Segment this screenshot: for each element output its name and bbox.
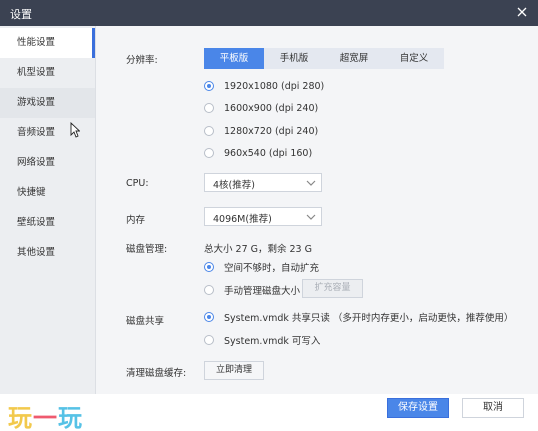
radio-checked-icon [204, 312, 214, 322]
disk-share-writable-option[interactable]: System.vmdk 可写入 [204, 332, 320, 348]
mode-tab-custom[interactable]: 自定义 [384, 48, 444, 69]
cpu-label: CPU: [126, 178, 149, 189]
clear-cache-button[interactable]: 立即清理 [204, 361, 264, 380]
sidebar-item-performance[interactable]: 性能设置 [0, 28, 95, 58]
mouse-cursor-icon [70, 121, 81, 138]
mode-tab-ultrawide[interactable]: 超宽屏 [324, 48, 384, 69]
memory-select-value: 4096M(推荐) [213, 214, 272, 225]
resolution-label: 分辨率: [126, 55, 158, 66]
disk-manual-option[interactable]: 手动管理磁盘大小 [204, 282, 300, 298]
sidebar-item-audio[interactable]: 音频设置 [0, 118, 95, 148]
radio-unchecked-icon [204, 126, 214, 136]
radio-unchecked-icon [204, 103, 214, 113]
chevron-down-icon [306, 213, 316, 221]
disk-management-label: 磁盘管理: [126, 244, 168, 255]
resolution-option-1080[interactable]: 1920x1080 (dpi 280) [204, 78, 324, 94]
sidebar-item-network[interactable]: 网络设置 [0, 148, 95, 178]
close-icon[interactable] [514, 4, 530, 20]
disk-share-label: 磁盘共享 [126, 316, 165, 327]
sidebar-item-game[interactable]: 游戏设置 [0, 88, 95, 118]
mode-tab-phone[interactable]: 手机版 [264, 48, 324, 69]
radio-checked-icon [204, 262, 214, 272]
window-title: 设置 [10, 8, 32, 21]
sidebar-item-device-model[interactable]: 机型设置 [0, 58, 95, 88]
expand-capacity-button[interactable]: 扩充容量 [302, 279, 363, 298]
disk-auto-expand-option[interactable]: 空间不够时，自动扩充 [204, 259, 319, 275]
radio-unchecked-icon [204, 285, 214, 295]
resolution-option-540[interactable]: 960x540 (dpi 160) [204, 145, 312, 161]
performance-settings-panel: 分辨率: 平板版 手机版 超宽屏 自定义 1920x1080 (dpi 280)… [96, 26, 538, 394]
dialog-footer: 玩一玩 保存设置 取消 [0, 394, 538, 431]
cpu-select[interactable]: 4核(推荐) [204, 173, 322, 192]
save-settings-button[interactable]: 保存设置 [387, 398, 449, 418]
memory-label: 内存 [126, 215, 146, 226]
mode-tab-tablet[interactable]: 平板版 [204, 48, 264, 69]
resolution-mode-tabs: 平板版 手机版 超宽屏 自定义 [204, 48, 444, 69]
sidebar-item-shortcuts[interactable]: 快捷键 [0, 178, 95, 208]
clear-cache-label: 清理磁盘缓存: [126, 368, 187, 379]
watermark-logo: 玩一玩 [8, 404, 83, 431]
sidebar: 性能设置 机型设置 游戏设置 音频设置 网络设置 快捷键 壁纸设置 其他设置 [0, 26, 96, 394]
radio-checked-icon [204, 81, 214, 91]
sidebar-item-other[interactable]: 其他设置 [0, 238, 95, 268]
settings-window: 设置 性能设置 机型设置 游戏设置 音频设置 网络设置 快捷键 壁纸设置 其他设… [0, 0, 538, 431]
cpu-select-value: 4核(推荐) [213, 180, 255, 191]
disk-size-summary: 总大小 27 G，剩余 23 G [204, 244, 312, 255]
radio-unchecked-icon [204, 148, 214, 158]
chevron-down-icon [306, 179, 316, 187]
resolution-option-900[interactable]: 1600x900 (dpi 240) [204, 100, 318, 116]
memory-select[interactable]: 4096M(推荐) [204, 207, 322, 226]
disk-share-readonly-option[interactable]: System.vmdk 共享只读 （多开时内存更小，启动更快，推荐使用） [204, 309, 513, 325]
radio-unchecked-icon [204, 335, 214, 345]
title-bar: 设置 [0, 0, 538, 26]
resolution-option-720[interactable]: 1280x720 (dpi 240) [204, 123, 318, 139]
sidebar-item-wallpaper[interactable]: 壁纸设置 [0, 208, 95, 238]
cancel-button[interactable]: 取消 [462, 398, 524, 418]
